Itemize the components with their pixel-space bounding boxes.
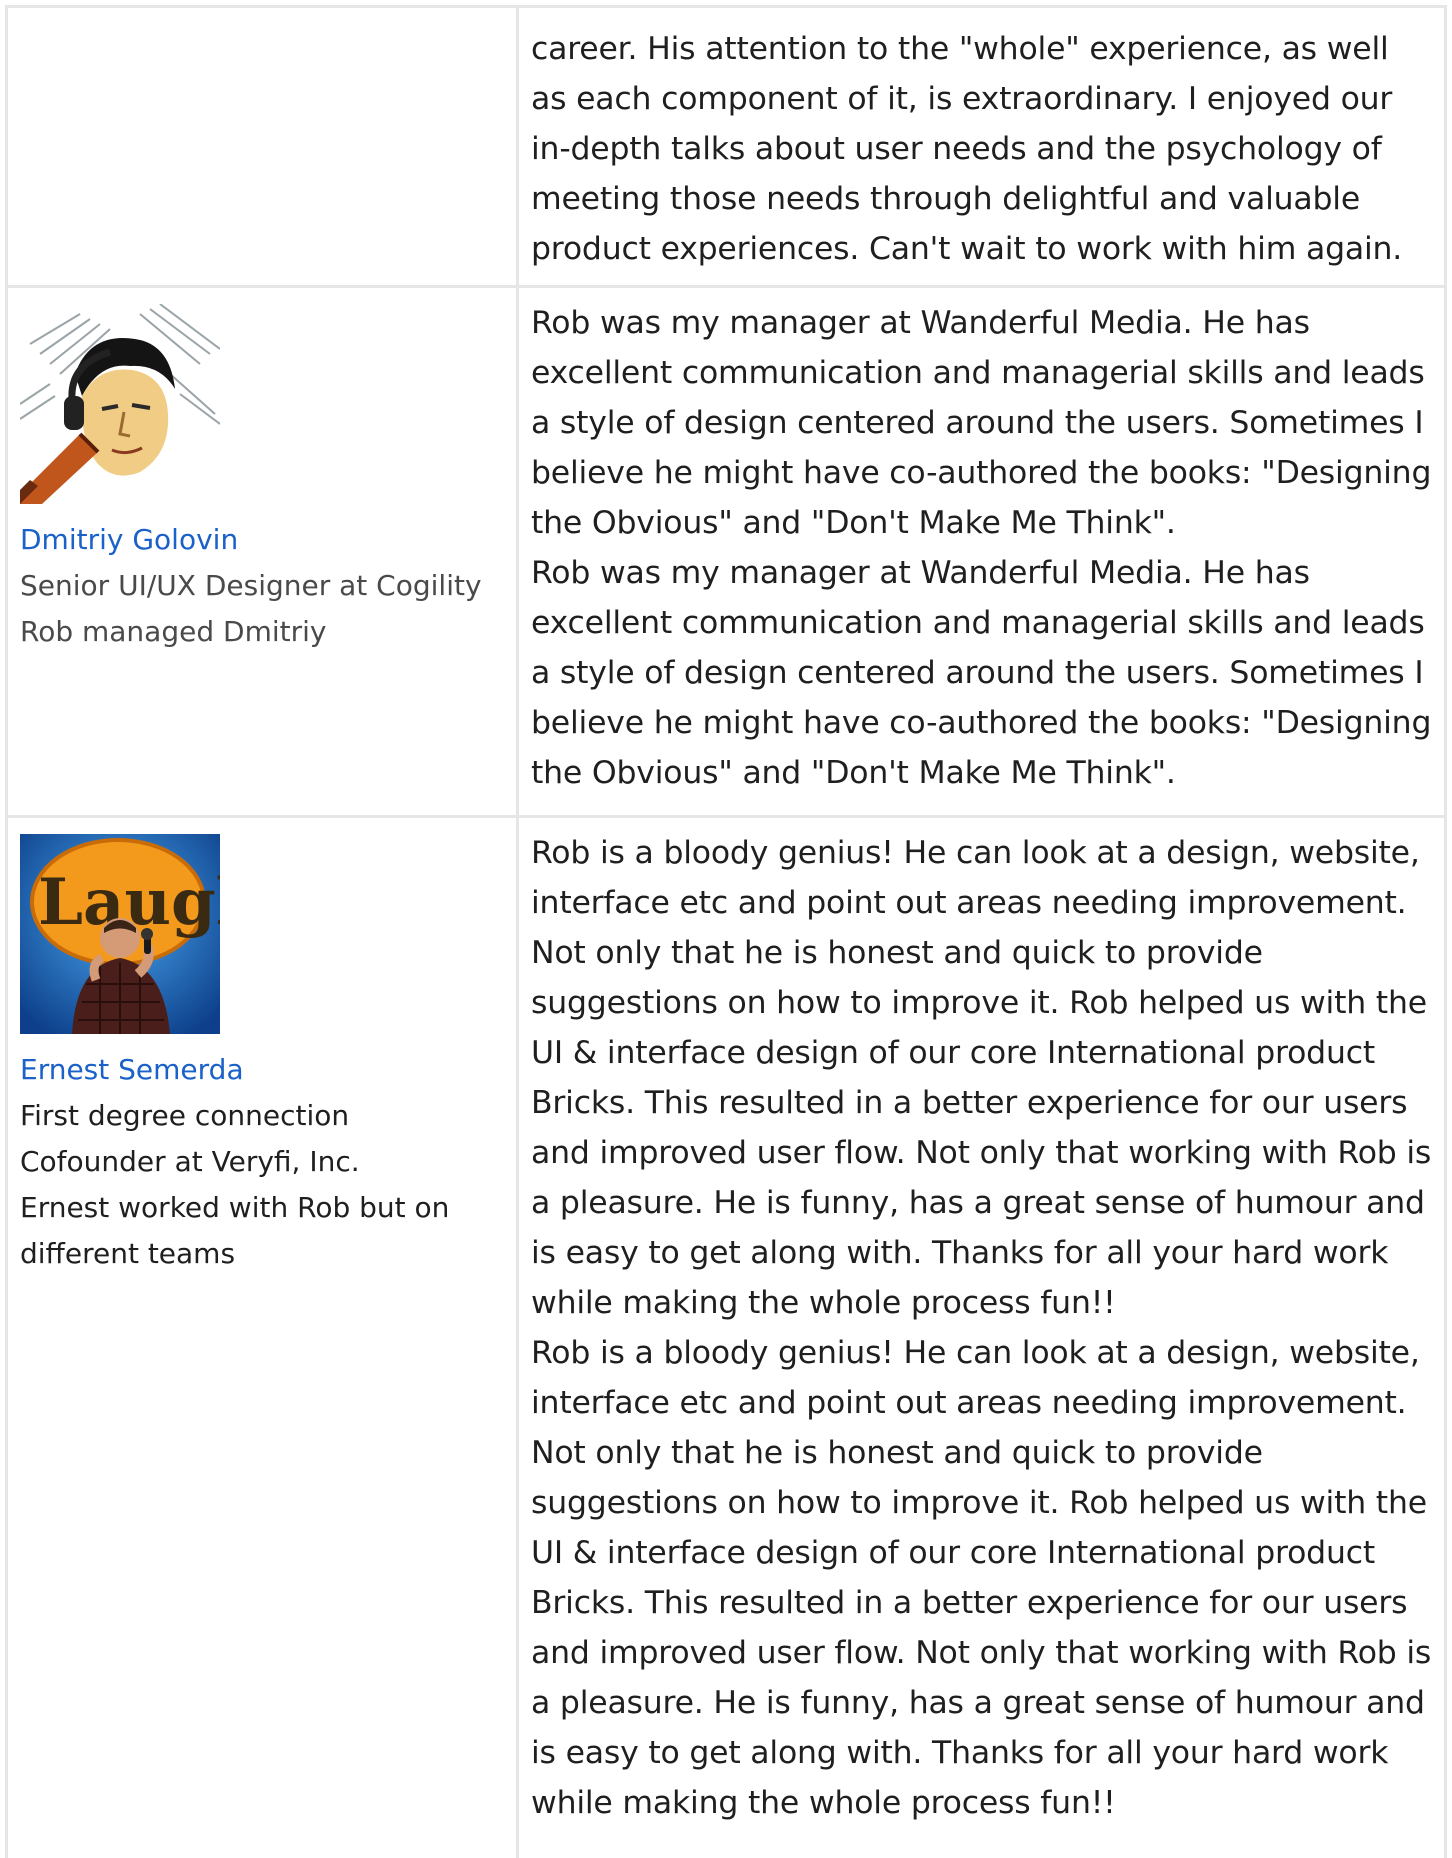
recommender-relationship: Ernest worked with Rob but on different … xyxy=(20,1191,450,1270)
avatar-image-dmitriy xyxy=(20,304,220,504)
recommendation-row: Dmitriy Golovin Senior UI/UX Designer at… xyxy=(5,288,1447,818)
recommender-name-link[interactable]: Dmitriy Golovin xyxy=(20,517,504,563)
recommendation-row: Laugh Ernest Semerda Firs xyxy=(5,818,1447,1858)
recommendation-text-cell: Rob was my manager at Wanderful Media. H… xyxy=(519,288,1444,815)
recommender-cell: Laugh Ernest Semerda Firs xyxy=(8,818,519,1858)
recommendation-text: Rob is a bloody genius! He can look at a… xyxy=(531,835,1432,1321)
recommendation-text-cell: career. His attention to the "whole" exp… xyxy=(519,8,1444,285)
recommendation-text: Rob was my manager at Wanderful Media. H… xyxy=(531,555,1432,791)
recommendation-text-cell: Rob is a bloody genius! He can look at a… xyxy=(519,818,1444,1858)
recommendation-text: Rob was my manager at Wanderful Media. H… xyxy=(531,305,1432,541)
avatar-image-ernest: Laugh xyxy=(20,834,220,1034)
recommender-name-link[interactable]: Ernest Semerda xyxy=(20,1047,504,1093)
avatar[interactable]: Laugh xyxy=(20,834,220,1034)
recommender-cell: Dmitriy Golovin Senior UI/UX Designer at… xyxy=(8,288,519,815)
avatar[interactable] xyxy=(20,304,220,504)
recommendation-text: career. His attention to the "whole" exp… xyxy=(531,31,1403,267)
recommendations-table: career. His attention to the "whole" exp… xyxy=(5,5,1447,1858)
recommender-cell-empty xyxy=(8,8,519,285)
recommender-relationship: Rob managed Dmitriy xyxy=(20,615,327,648)
recommender-headline: Cofounder at Veryfi, Inc. xyxy=(20,1145,360,1178)
recommender-headline: Senior UI/UX Designer at Cogility xyxy=(20,569,482,602)
recommendation-text: Rob is a bloody genius! He can look at a… xyxy=(531,1335,1432,1821)
recommendation-row: career. His attention to the "whole" exp… xyxy=(5,8,1447,288)
connection-degree: First degree connection xyxy=(20,1099,350,1132)
